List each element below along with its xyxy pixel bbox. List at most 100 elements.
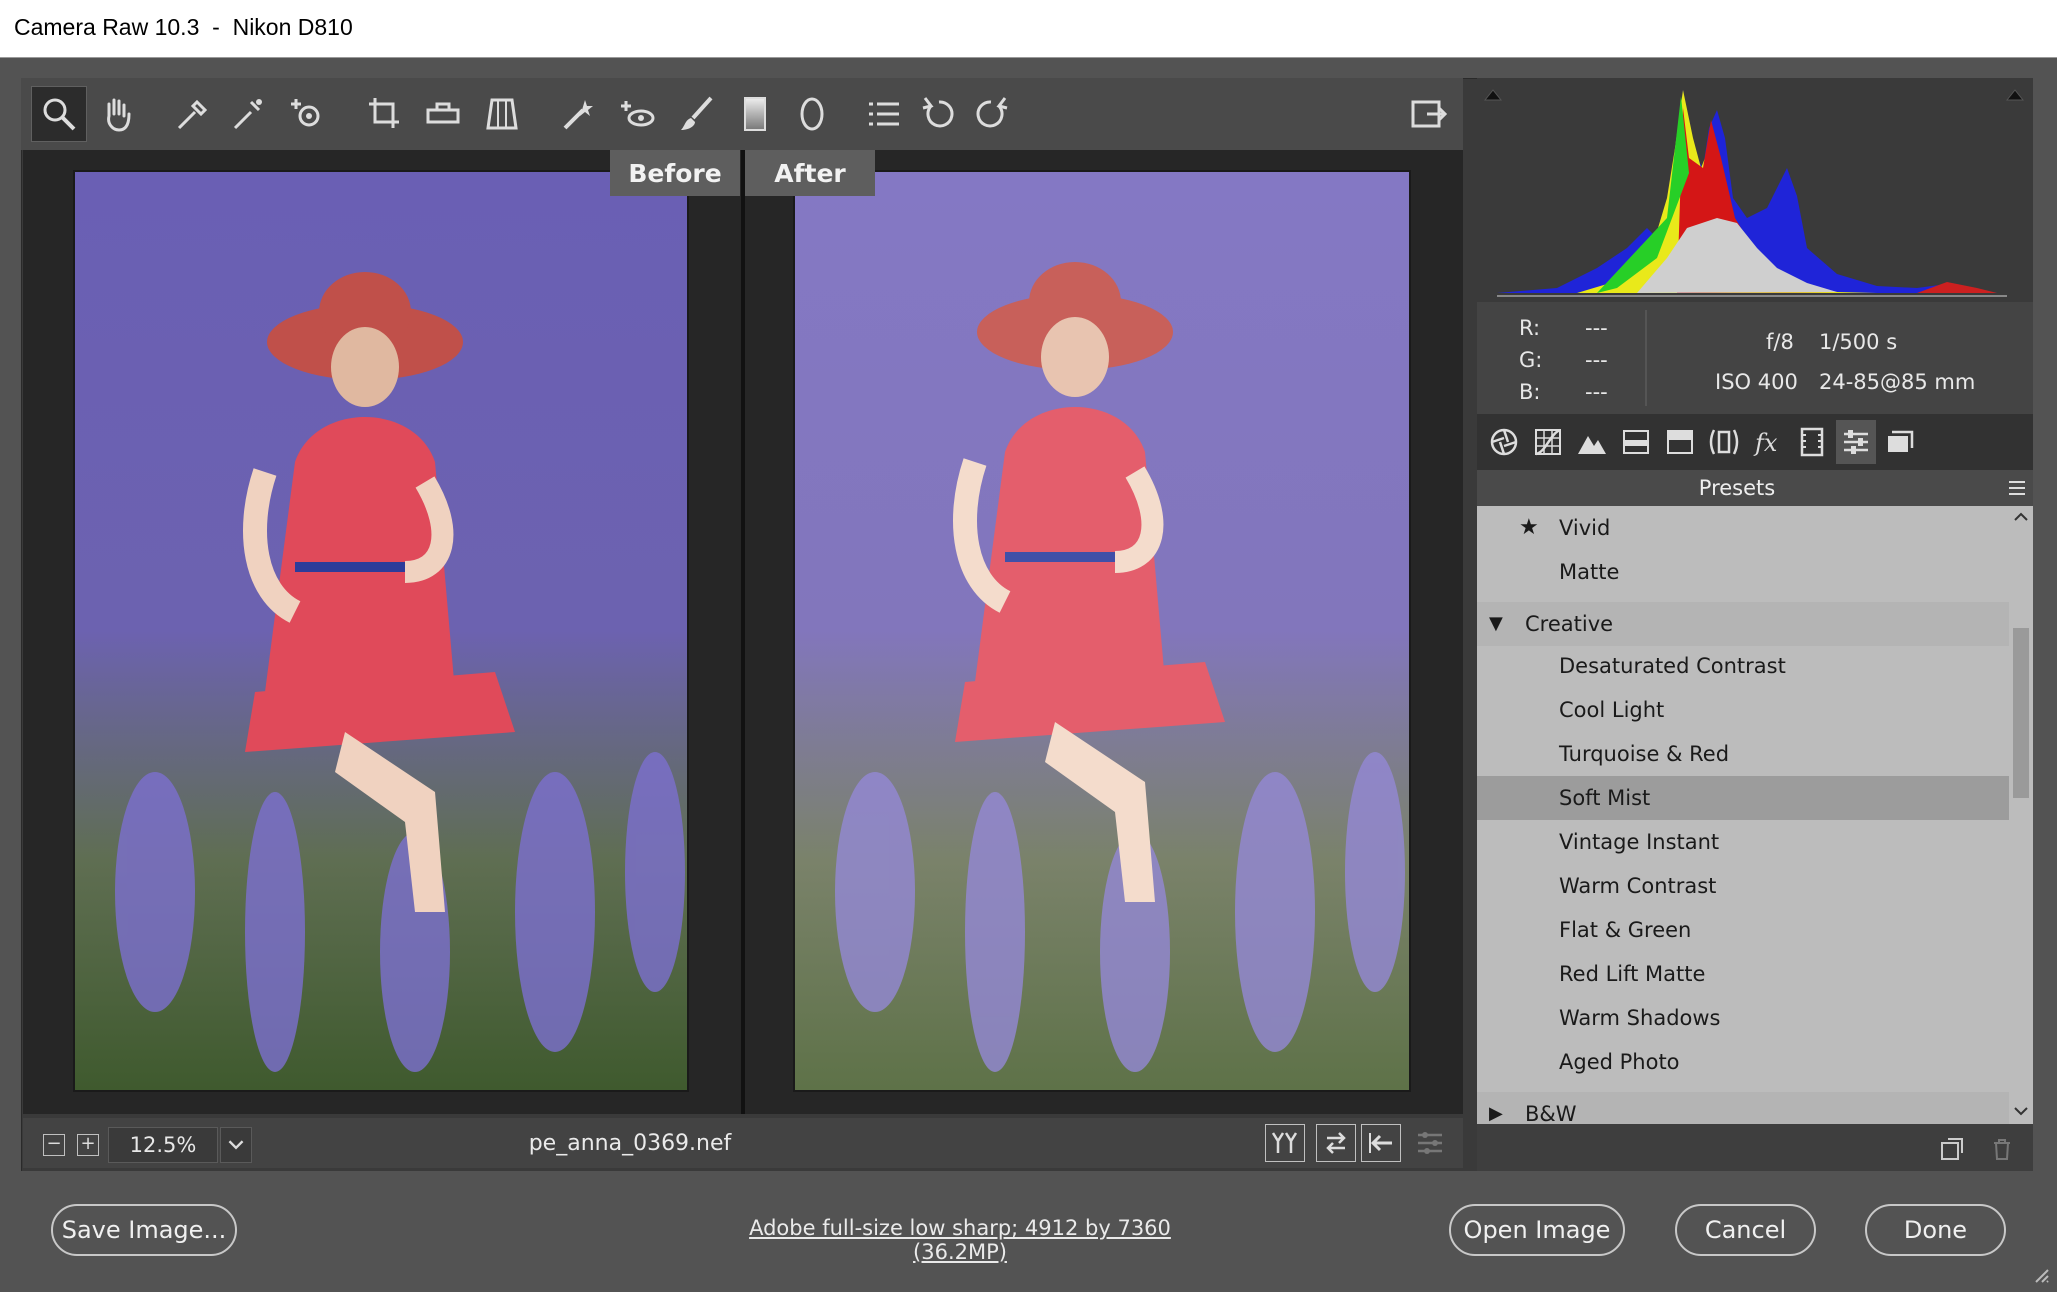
group-bw[interactable]: ▶ B&W [1477, 1092, 2009, 1124]
group-creative[interactable]: ▼ Creative [1477, 602, 2009, 646]
film-icon [1800, 427, 1824, 457]
resize-grip-icon[interactable] [2030, 1264, 2050, 1284]
preset-label: Matte [1559, 560, 1620, 584]
level-icon [426, 102, 460, 124]
red-eye-tool[interactable] [609, 86, 665, 142]
preset-label: Flat & Green [1559, 918, 1692, 942]
tab-basic[interactable] [1484, 420, 1524, 464]
compare-divider [741, 150, 745, 1114]
tab-effects[interactable]: fx [1748, 420, 1788, 464]
hand-tool[interactable] [89, 86, 145, 142]
radial-filter-tool[interactable] [784, 86, 840, 142]
zoom-tool[interactable] [31, 86, 87, 142]
after-image [793, 170, 1411, 1092]
preset-label: Soft Mist [1559, 786, 1651, 810]
color-sampler-icon [233, 99, 262, 130]
rotate-left-tool[interactable] [911, 86, 967, 142]
tab-presets[interactable] [1836, 420, 1876, 464]
b-label: B: [1519, 380, 1541, 404]
done-button[interactable]: Done [1865, 1204, 2006, 1256]
preset-label: Warm Contrast [1559, 874, 1717, 898]
scroll-down-icon[interactable] [2013, 1106, 2029, 1118]
panel-menu-icon[interactable] [2007, 478, 2027, 498]
straighten-tool[interactable] [415, 86, 471, 142]
preset-flat-green[interactable]: Flat & Green [1477, 908, 2009, 952]
toggle-settings-button[interactable] [1410, 1124, 1450, 1162]
info-panel: R: --- G: --- B: --- f/8 1/500 s ISO 400… [1477, 302, 2033, 414]
adjustment-brush-tool[interactable] [669, 86, 725, 142]
preset-label: Turquoise & Red [1559, 742, 1730, 766]
gradient-icon [744, 97, 766, 131]
svg-text:fx: fx [1753, 429, 1778, 457]
graduated-filter-tool[interactable] [727, 86, 783, 142]
crop-icon [369, 98, 399, 128]
swap-settings-button[interactable] [1316, 1124, 1356, 1162]
rotate-right-tool[interactable] [963, 86, 1019, 142]
preset-cool-light[interactable]: Cool Light [1477, 688, 2009, 732]
b-value: --- [1585, 380, 1608, 404]
spot-removal-tool[interactable] [549, 86, 605, 142]
preset-warm-contrast[interactable]: Warm Contrast [1477, 864, 2009, 908]
copy-settings-button[interactable] [1361, 1124, 1401, 1162]
preset-vivid[interactable]: ★ Vivid [1477, 506, 2009, 550]
grid-icon [1535, 428, 1561, 456]
r-label: R: [1519, 316, 1541, 340]
preset-turquoise-red[interactable]: Turquoise & Red [1477, 732, 2009, 776]
targeted-adjustment-tool[interactable] [279, 86, 335, 142]
preset-soft-mist[interactable]: Soft Mist [1477, 776, 2009, 820]
lens-value: 24-85@85 mm [1819, 370, 1976, 394]
preferences-tool[interactable] [855, 86, 911, 142]
rotate-left-icon [922, 97, 954, 128]
lens-icon [1709, 429, 1739, 455]
tab-split-toning[interactable] [1660, 420, 1700, 464]
preset-list: ★ Vivid Matte ▼ Creative Desaturated Con… [1477, 506, 2009, 1124]
open-image-button[interactable]: Open Image [1449, 1204, 1625, 1256]
preset-aged-photo[interactable]: Aged Photo [1477, 1040, 2009, 1084]
crop-tool[interactable] [357, 86, 413, 142]
star-icon: ★ [1519, 515, 1539, 540]
cancel-button[interactable]: Cancel [1675, 1204, 1816, 1256]
tab-lens-corrections[interactable] [1704, 420, 1744, 464]
workflow-options-link[interactable]: Adobe full-size low sharp; 4912 by 7360 … [700, 1216, 1220, 1264]
zoom-dropdown[interactable] [220, 1127, 252, 1163]
save-image-button[interactable]: Save Image... [51, 1204, 237, 1256]
after-label: After [745, 150, 875, 196]
preset-warm-shadows[interactable]: Warm Shadows [1477, 996, 2009, 1040]
scroll-up-icon[interactable] [2013, 510, 2029, 522]
preset-matte[interactable]: Matte [1477, 550, 2009, 594]
toggle-fullscreen-button[interactable] [1401, 86, 1457, 142]
preset-vintage-instant[interactable]: Vintage Instant [1477, 820, 2009, 864]
presets-sliders-icon [1844, 430, 1868, 454]
preset-scrollbar[interactable] [2009, 506, 2033, 1124]
preset-desaturated-contrast[interactable]: Desaturated Contrast [1477, 644, 2009, 688]
histogram [1477, 78, 2033, 302]
color-sampler-tool[interactable] [219, 86, 275, 142]
tab-camera-calibration[interactable] [1792, 420, 1832, 464]
zoom-in-button[interactable]: + [77, 1134, 99, 1156]
fullscreen-icon [1411, 100, 1448, 128]
before-image [73, 170, 689, 1092]
zoom-level-field[interactable]: 12.5% [108, 1127, 218, 1163]
white-balance-tool[interactable] [163, 86, 219, 142]
preset-red-lift-matte[interactable]: Red Lift Matte [1477, 952, 2009, 996]
new-preset-icon[interactable] [1939, 1136, 1965, 1162]
preset-label: Warm Shadows [1559, 1006, 1721, 1030]
tab-detail[interactable] [1572, 420, 1612, 464]
before-after-view-button[interactable] [1265, 1124, 1305, 1162]
aperture-icon [1490, 428, 1518, 456]
yy-icon [1271, 1132, 1298, 1153]
transform-tool[interactable] [474, 86, 530, 142]
zoom-out-button[interactable]: − [43, 1134, 65, 1156]
before-label: Before [610, 150, 740, 196]
preset-label: Vintage Instant [1559, 830, 1720, 854]
tab-snapshots[interactable] [1880, 420, 1920, 464]
trash-icon[interactable] [1989, 1136, 2015, 1162]
scrollbar-thumb[interactable] [2013, 628, 2029, 798]
transform-icon [486, 98, 518, 130]
sliders-icon [1418, 1132, 1442, 1154]
hsl-icon [1623, 430, 1649, 454]
iso-value: ISO 400 [1715, 370, 1798, 394]
tab-tone-curve[interactable] [1528, 420, 1568, 464]
tab-hsl[interactable] [1616, 420, 1656, 464]
presets-header: Presets [1477, 470, 2033, 506]
